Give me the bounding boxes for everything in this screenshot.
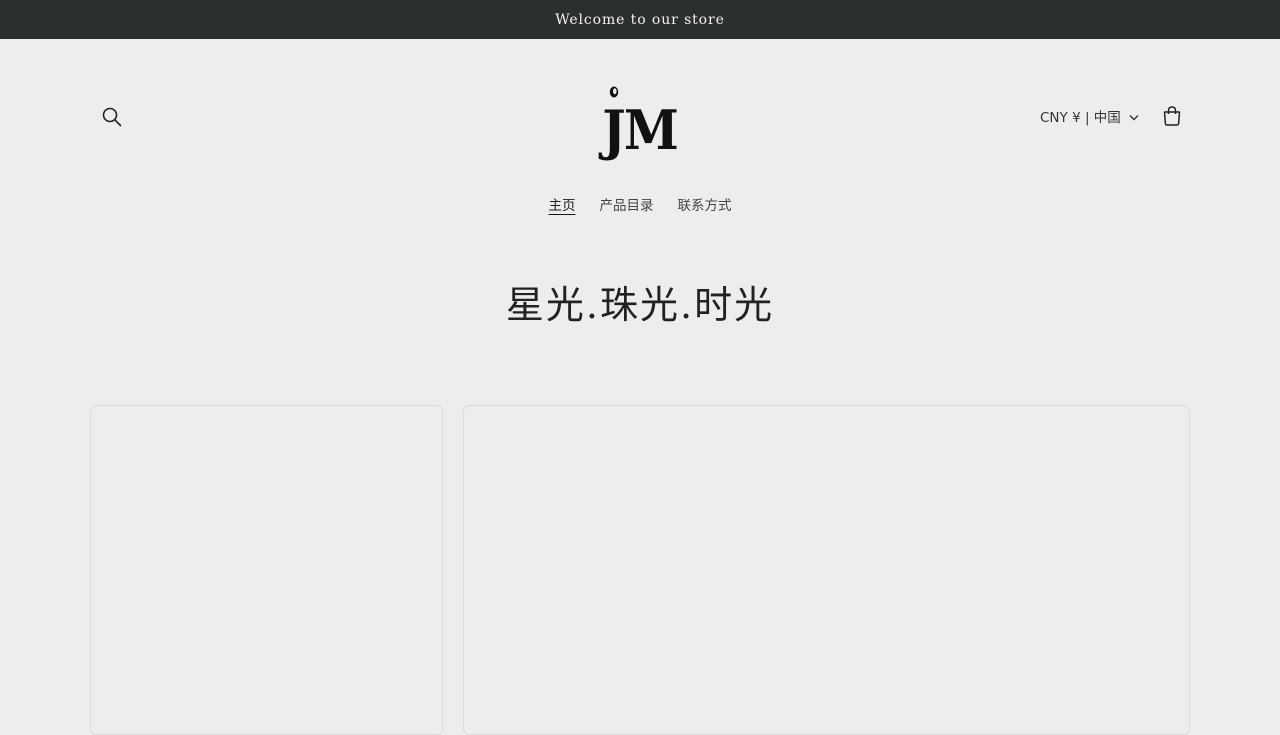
currency-label: CNY ¥ | 中国: [1040, 110, 1121, 126]
collection-card[interactable]: [90, 405, 443, 735]
hero-title: 星光.珠光.时光: [505, 283, 775, 327]
nav-item-home[interactable]: 主页: [549, 194, 576, 218]
announcement-text: Welcome to our store: [555, 11, 725, 28]
nav-item-contact[interactable]: 联系方式: [678, 194, 732, 218]
nav-item-catalog[interactable]: 产品目录: [600, 194, 654, 218]
currency-selector[interactable]: CNY ¥ | 中国: [1040, 105, 1139, 127]
collection-card[interactable]: [463, 405, 1190, 735]
cart-icon: [1163, 106, 1181, 126]
main-nav: 主页 产品目录 联系方式: [0, 194, 1280, 218]
search-icon: [102, 107, 122, 127]
site-logo[interactable]: JM: [588, 77, 692, 157]
chevron-down-icon: [1129, 115, 1139, 121]
announcement-bar: Welcome to our store: [0, 0, 1280, 39]
cart-button[interactable]: [1158, 102, 1186, 130]
logo-text: JM: [602, 98, 680, 162]
site-header: JM CNY ¥ | 中国 主页 产品目录 联系方式: [0, 39, 1280, 239]
search-button[interactable]: [98, 103, 126, 131]
